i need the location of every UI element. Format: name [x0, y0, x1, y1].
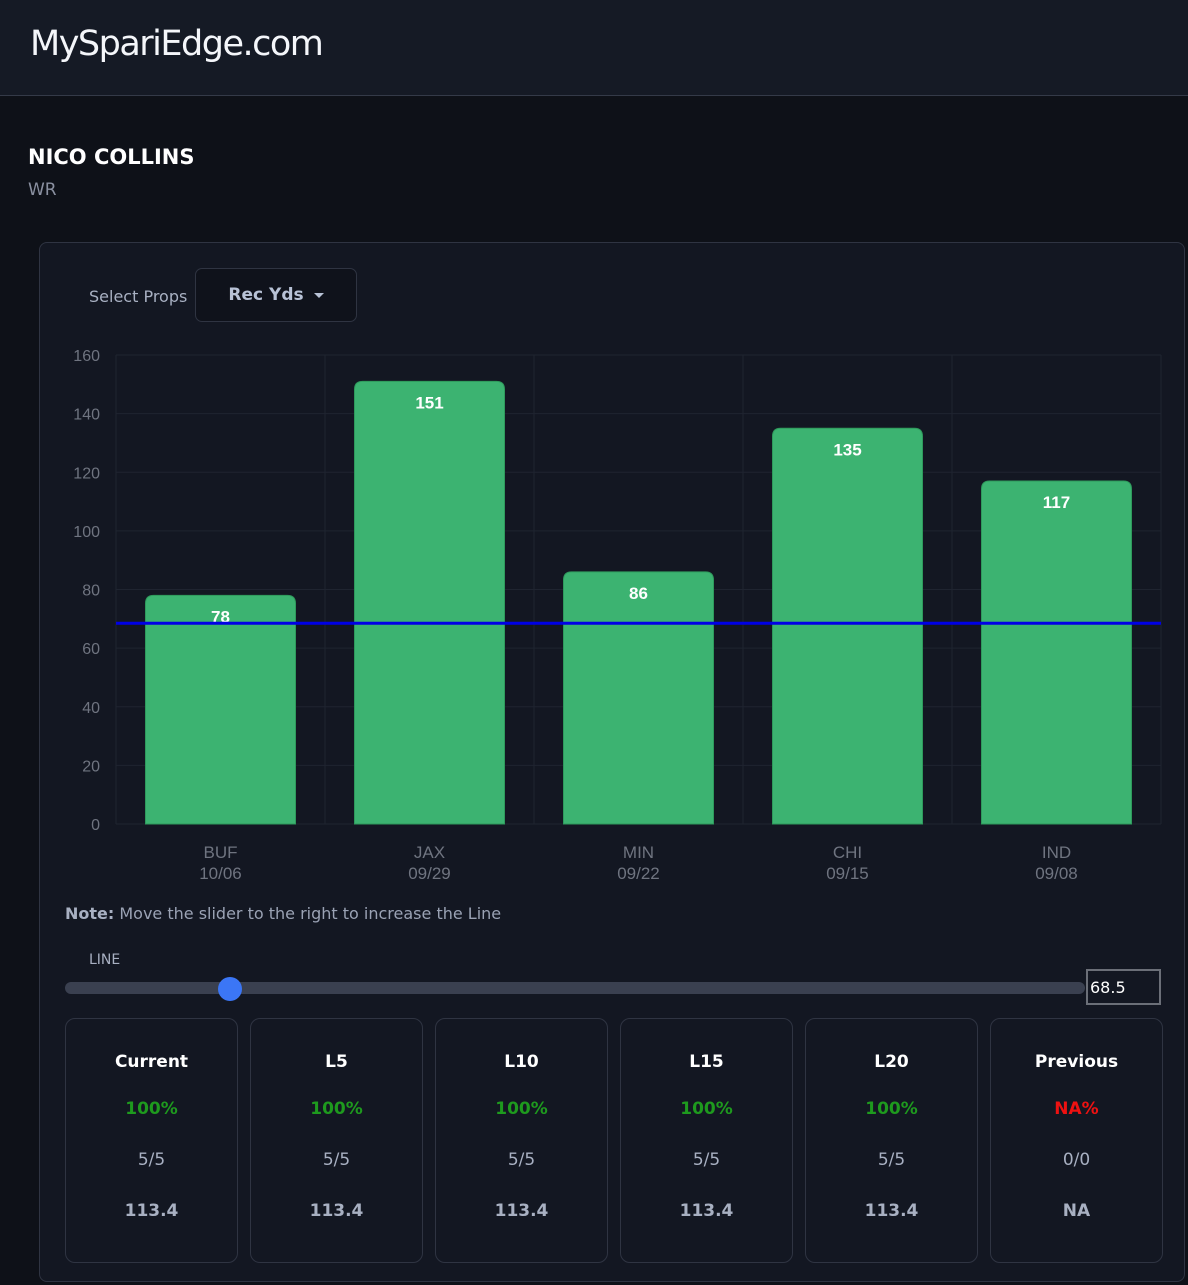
- stat-card: L10 100% 5/5 113.4: [435, 1018, 608, 1263]
- stat-card: L20 100% 5/5 113.4: [805, 1018, 978, 1263]
- stat-percent: 100%: [680, 1099, 733, 1119]
- stat-record: 5/5: [692, 1150, 721, 1170]
- props-card: Select Props Rec Yds 0 20 40 60 80 100 120 140 1…: [39, 242, 1185, 1282]
- bar: [354, 380, 505, 825]
- x-tick-label: MIN: [623, 843, 654, 862]
- x-tick-label: JAX: [414, 843, 445, 862]
- stat-average: 113.4: [124, 1201, 179, 1221]
- player-name: NICO COLLINS: [28, 145, 195, 169]
- x-tick-date: 09/15: [826, 864, 869, 883]
- note-body: Move the slider to the right to increase…: [114, 904, 502, 923]
- stat-title: L10: [504, 1052, 539, 1072]
- stat-card: Previous NA% 0/0 NA: [990, 1018, 1163, 1263]
- bar-chart: 02040608010012014016078BUF10/06151JAX09/…: [73, 348, 1162, 883]
- stat-average: 113.4: [679, 1201, 734, 1221]
- x-tick-label: IND: [1042, 843, 1071, 862]
- y-tick-label: 40: [82, 700, 100, 717]
- x-tick-date: 10/06: [199, 864, 242, 883]
- stat-card: L5 100% 5/5 113.4: [250, 1018, 423, 1263]
- line-slider[interactable]: [65, 977, 1085, 1001]
- player-position: WR: [28, 180, 57, 200]
- note-text: Note: Move the slider to the right to in…: [65, 904, 501, 923]
- stat-card: Current 100% 5/5 113.4: [65, 1018, 238, 1263]
- stat-percent: 100%: [865, 1099, 918, 1119]
- y-tick-label: 140: [73, 407, 100, 424]
- x-tick-label: BUF: [204, 843, 238, 862]
- bar-value-label: 135: [833, 440, 861, 459]
- stat-record: 5/5: [877, 1150, 906, 1170]
- y-tick-label: 160: [73, 348, 100, 365]
- stat-percent: 100%: [310, 1099, 363, 1119]
- slider-thumb[interactable]: [218, 977, 243, 1001]
- line-label: LINE: [89, 952, 121, 968]
- y-tick-label: 120: [73, 465, 100, 482]
- stat-record: 0/0: [1062, 1150, 1091, 1170]
- x-tick-date: 09/22: [617, 864, 660, 883]
- bar: [563, 571, 714, 825]
- stat-percent: 100%: [125, 1099, 178, 1119]
- bar: [772, 427, 923, 825]
- note-label: Note:: [65, 904, 115, 923]
- stats-row: Current 100% 5/5 113.4 L5 100% 5/5 113.4 L…: [65, 1018, 1163, 1263]
- x-tick-date: 09/08: [1035, 864, 1078, 883]
- site-logo[interactable]: MySpariEdge.com: [30, 24, 324, 64]
- y-tick-label: 60: [82, 641, 100, 658]
- stat-title: L20: [874, 1052, 909, 1072]
- stat-card: L15 100% 5/5 113.4: [620, 1018, 793, 1263]
- stat-average: NA: [1062, 1201, 1091, 1221]
- stat-percent: 100%: [495, 1099, 548, 1119]
- bar-value-label: 86: [629, 584, 648, 603]
- bar-value-label: 117: [1043, 493, 1070, 512]
- x-tick-date: 09/29: [408, 864, 451, 883]
- y-tick-label: 80: [82, 583, 100, 600]
- stat-title: L15: [689, 1052, 724, 1072]
- bar: [145, 594, 296, 825]
- stat-record: 5/5: [322, 1150, 351, 1170]
- line-input[interactable]: [1086, 969, 1161, 1005]
- stat-percent: NA%: [1054, 1099, 1099, 1119]
- x-tick-label: CHI: [833, 843, 862, 862]
- stat-title: Current: [114, 1052, 189, 1072]
- y-tick-label: 20: [82, 758, 100, 775]
- stat-title: Previous: [1034, 1052, 1119, 1072]
- stat-average: 113.4: [309, 1201, 364, 1221]
- bar-value-label: 151: [415, 393, 443, 412]
- y-tick-label: 0: [91, 817, 100, 834]
- stat-title: L5: [325, 1052, 348, 1072]
- stat-average: 113.4: [864, 1201, 919, 1221]
- stat-record: 5/5: [137, 1150, 166, 1170]
- header: MySpariEdge.com: [0, 0, 1188, 96]
- stat-average: 113.4: [494, 1201, 549, 1221]
- bar: [981, 480, 1132, 825]
- stat-record: 5/5: [507, 1150, 536, 1170]
- y-tick-label: 100: [73, 524, 100, 541]
